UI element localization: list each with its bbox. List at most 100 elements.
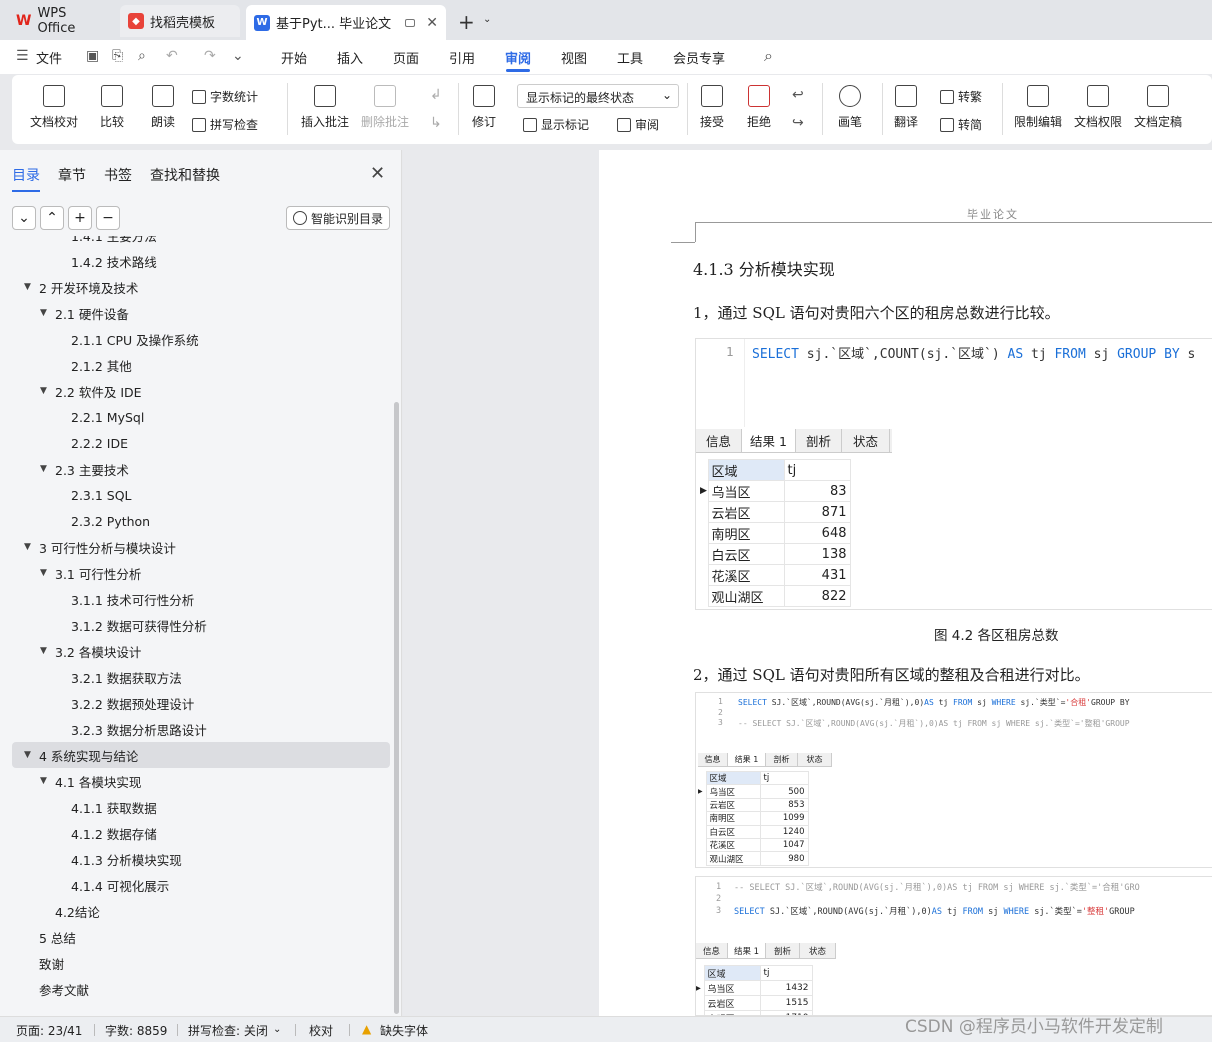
finalize-button[interactable]: 文档定稿	[1134, 85, 1182, 130]
prev-change-icon[interactable]: ↩	[792, 87, 804, 103]
proofread-button[interactable]: 文档校对	[30, 85, 78, 130]
tab-document[interactable]: W 基于Pyt... 毕业论文 ✕	[246, 5, 446, 40]
tab-chapters[interactable]: 章节	[58, 165, 86, 185]
toc-item[interactable]: 4.1.4 可视化展示	[0, 872, 394, 898]
menu-review[interactable]: 审阅	[505, 48, 531, 67]
expand-up-button[interactable]: ⌃	[40, 206, 64, 230]
menu-file[interactable]: 文件	[36, 48, 62, 67]
prev-comment-icon[interactable]: ↲	[430, 87, 442, 103]
toc-item[interactable]: ▼ 2.2 软件及 IDE	[0, 378, 394, 404]
toc-scrollbar[interactable]	[394, 402, 399, 1014]
tab-template[interactable]: ◆ 找稻壳模板	[120, 5, 240, 37]
missing-font-status[interactable]: 缺失字体	[380, 1022, 428, 1039]
result-tab-profile[interactable]: 剖析	[766, 753, 798, 766]
toc-item[interactable]: 1.4.1 主要方法	[0, 236, 394, 248]
tab-find-replace[interactable]: 查找和替换	[150, 165, 220, 185]
expand-triangle-icon[interactable]: ▼	[24, 282, 31, 292]
result-tab-info[interactable]: 信息	[698, 753, 728, 766]
new-tab-icon[interactable]: +	[458, 10, 475, 34]
result-tab-status[interactable]: 状态	[842, 429, 890, 452]
result-tab-profile[interactable]: 剖析	[796, 429, 842, 452]
expand-triangle-icon[interactable]: ▼	[24, 542, 31, 552]
track-changes-button[interactable]: 修订	[472, 85, 496, 130]
print-preview-icon[interactable]: ⌕	[138, 48, 146, 64]
markup-state-select[interactable]: 显示标记的最终状态 ⌄	[517, 84, 679, 108]
delete-comment-button[interactable]: 删除批注	[361, 85, 409, 130]
add-heading-button[interactable]: +	[68, 206, 92, 230]
review-pane-button[interactable]: 审阅	[617, 116, 659, 133]
tab-toc[interactable]: 目录	[12, 165, 40, 185]
reject-button[interactable]: 拒绝	[747, 85, 771, 130]
toc-item[interactable]: 2.1.1 CPU 及操作系统	[0, 326, 394, 352]
toc-item[interactable]: 3.2.3 数据分析思路设计	[0, 716, 394, 742]
hamburger-icon[interactable]: ☰	[16, 48, 29, 64]
toc-item[interactable]: 参考文献	[0, 976, 394, 1002]
result-tab-profile[interactable]: 剖析	[766, 943, 800, 958]
toc-item[interactable]: ▼ 2 开发环境及技术	[0, 274, 394, 300]
document-page[interactable]: 毕业论文 4.1.3 分析模块实现 1，通过 SQL 语句对贵阳六个区的租房总数…	[599, 150, 1212, 1016]
expand-triangle-icon[interactable]: ▼	[40, 568, 47, 578]
translate-button[interactable]: 翻译	[894, 85, 918, 130]
next-change-icon[interactable]: ↪	[792, 115, 804, 131]
toc-item[interactable]: ▼ 2.1 硬件设备	[0, 300, 394, 326]
word-count-button[interactable]: 字数统计	[192, 88, 258, 105]
close-icon[interactable]: ✕	[370, 163, 385, 184]
result-tab-status[interactable]: 状态	[800, 943, 836, 958]
toc-item[interactable]: 4.1.1 获取数据	[0, 794, 394, 820]
spell-check-button[interactable]: 拼写检查	[192, 116, 258, 133]
toc-item[interactable]: 2.3.2 Python	[0, 508, 394, 534]
toc-item[interactable]: 4.2结论	[0, 898, 394, 924]
toc-item[interactable]: 3.1.1 技术可行性分析	[0, 586, 394, 612]
undo-icon[interactable]: ↶	[166, 48, 178, 64]
result-tab-info[interactable]: 信息	[696, 429, 742, 452]
tab-wps-office[interactable]: W WPS Office	[8, 5, 114, 37]
menu-tools[interactable]: 工具	[617, 48, 643, 67]
close-icon[interactable]: ✕	[426, 15, 438, 31]
chevron-down-icon[interactable]: ⌄	[273, 1024, 281, 1035]
doc-permission-button[interactable]: 文档权限	[1074, 85, 1122, 130]
expand-triangle-icon[interactable]: ▼	[40, 308, 47, 318]
menu-member[interactable]: 会员专享	[673, 48, 725, 67]
read-aloud-button[interactable]: 朗读	[151, 85, 175, 130]
collapse-all-button[interactable]: ⌄	[12, 206, 36, 230]
document-canvas[interactable]: 毕业论文 4.1.3 分析模块实现 1，通过 SQL 语句对贵阳六个区的租房总数…	[403, 150, 1212, 1016]
restrict-edit-button[interactable]: 限制编辑	[1014, 85, 1062, 130]
toc-item[interactable]: 2.3.1 SQL	[0, 482, 394, 508]
toc-item[interactable]: ▼ 2.3 主要技术	[0, 456, 394, 482]
spell-check-status[interactable]: 拼写检查: 关闭	[188, 1022, 268, 1039]
to-traditional-button[interactable]: 转繁	[940, 88, 982, 105]
tab-window-icon[interactable]	[405, 18, 416, 27]
menu-view[interactable]: 视图	[561, 48, 587, 67]
toc-item[interactable]: ▼ 3.1 可行性分析	[0, 560, 394, 586]
word-count[interactable]: 字数: 8859	[105, 1022, 167, 1039]
to-simplified-button[interactable]: 转简	[940, 116, 982, 133]
redo-icon[interactable]: ↷	[204, 48, 216, 64]
chevron-down-icon[interactable]: ⌄	[483, 14, 491, 25]
toc-item[interactable]: 4.1.3 分析模块实现	[0, 846, 394, 872]
menu-page[interactable]: 页面	[393, 48, 419, 67]
toc-item[interactable]: ▼ 4.1 各模块实现	[0, 768, 394, 794]
expand-triangle-icon[interactable]: ▼	[40, 776, 47, 786]
expand-triangle-icon[interactable]: ▼	[40, 386, 47, 396]
next-comment-icon[interactable]: ↳	[430, 115, 442, 131]
toc-item[interactable]: 4.1.2 数据存储	[0, 820, 394, 846]
expand-triangle-icon[interactable]: ▼	[24, 750, 31, 760]
search-icon[interactable]: ⌕	[764, 46, 773, 66]
share-icon[interactable]: ⎘	[112, 48, 123, 64]
smart-toc-button[interactable]: 智能识别目录	[286, 206, 390, 230]
menu-home[interactable]: 开始	[281, 48, 307, 67]
pen-button[interactable]: 画笔	[838, 85, 862, 130]
toc-item[interactable]: 5 总结	[0, 924, 394, 950]
result-tab-result[interactable]: 结果 1	[728, 943, 766, 958]
save-icon[interactable]: ▣	[86, 48, 99, 64]
toc-item[interactable]: 1.4.2 技术路线	[0, 248, 394, 274]
toc-item[interactable]: ▼ 3.2 各模块设计	[0, 638, 394, 664]
toc-item[interactable]: 3.2.1 数据获取方法	[0, 664, 394, 690]
result-tab-info[interactable]: 信息	[696, 943, 728, 958]
result-tab-status[interactable]: 状态	[798, 753, 832, 766]
proofread-status[interactable]: 校对	[309, 1022, 333, 1039]
toc-item[interactable]: 3.1.2 数据可获得性分析	[0, 612, 394, 638]
toc-item[interactable]: ▼ 3 可行性分析与模块设计	[0, 534, 394, 560]
result-tab-result[interactable]: 结果 1	[728, 753, 766, 766]
toc-item[interactable]: 2.2.1 MySql	[0, 404, 394, 430]
